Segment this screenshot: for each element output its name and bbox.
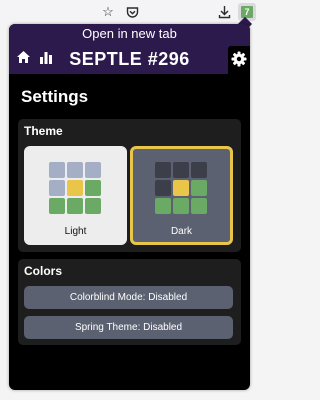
preview-tile xyxy=(67,162,83,178)
preview-tile xyxy=(155,198,171,214)
preview-tile xyxy=(191,198,207,214)
colorblind-mode-button[interactable]: Colorblind Mode: Disabled xyxy=(24,286,233,309)
preview-tile xyxy=(85,180,101,196)
preview-tile xyxy=(191,180,207,196)
light-theme-label: Light xyxy=(64,226,87,237)
preview-tile xyxy=(155,162,171,178)
popup-header: Open in new tab SEPTLE #296 xyxy=(9,24,250,74)
colors-panel: Colors Colorblind Mode: Disabled Spring … xyxy=(18,259,241,345)
settings-title: Settings xyxy=(21,87,89,106)
extension-letter: 7 xyxy=(241,6,253,18)
preview-tile xyxy=(173,162,189,178)
star-outline-icon[interactable]: ☆ xyxy=(100,4,116,20)
colors-heading: Colors xyxy=(24,264,63,278)
preview-tile xyxy=(173,198,189,214)
preview-tile xyxy=(191,162,207,178)
download-icon[interactable] xyxy=(216,4,232,20)
preview-tile xyxy=(155,180,171,196)
browser-toolbar: ☆ 7 xyxy=(0,0,259,24)
game-title: SEPTLE #296 xyxy=(69,49,190,69)
theme-option-dark[interactable]: Dark xyxy=(130,146,233,245)
light-theme-preview xyxy=(49,162,101,214)
preview-tile xyxy=(67,180,83,196)
open-in-new-tab-link[interactable]: Open in new tab xyxy=(9,26,250,41)
preview-tile xyxy=(49,180,65,196)
extension-popup: Open in new tab SEPTLE #296 Settings The… xyxy=(9,24,250,390)
preview-tile xyxy=(49,198,65,214)
dark-theme-label: Dark xyxy=(170,226,193,237)
pocket-icon[interactable] xyxy=(124,4,140,20)
preview-tile xyxy=(85,198,101,214)
preview-tile xyxy=(85,162,101,178)
theme-heading: Theme xyxy=(24,124,63,138)
settings-tab[interactable] xyxy=(228,46,250,74)
preview-tile xyxy=(67,198,83,214)
dark-theme-preview xyxy=(155,162,207,214)
theme-option-light[interactable]: Light xyxy=(24,146,127,245)
spring-theme-button[interactable]: Spring Theme: Disabled xyxy=(24,316,233,339)
preview-tile xyxy=(49,162,65,178)
gear-icon xyxy=(231,51,247,67)
preview-tile xyxy=(173,180,189,196)
theme-panel: Theme Light Dark xyxy=(18,119,241,252)
